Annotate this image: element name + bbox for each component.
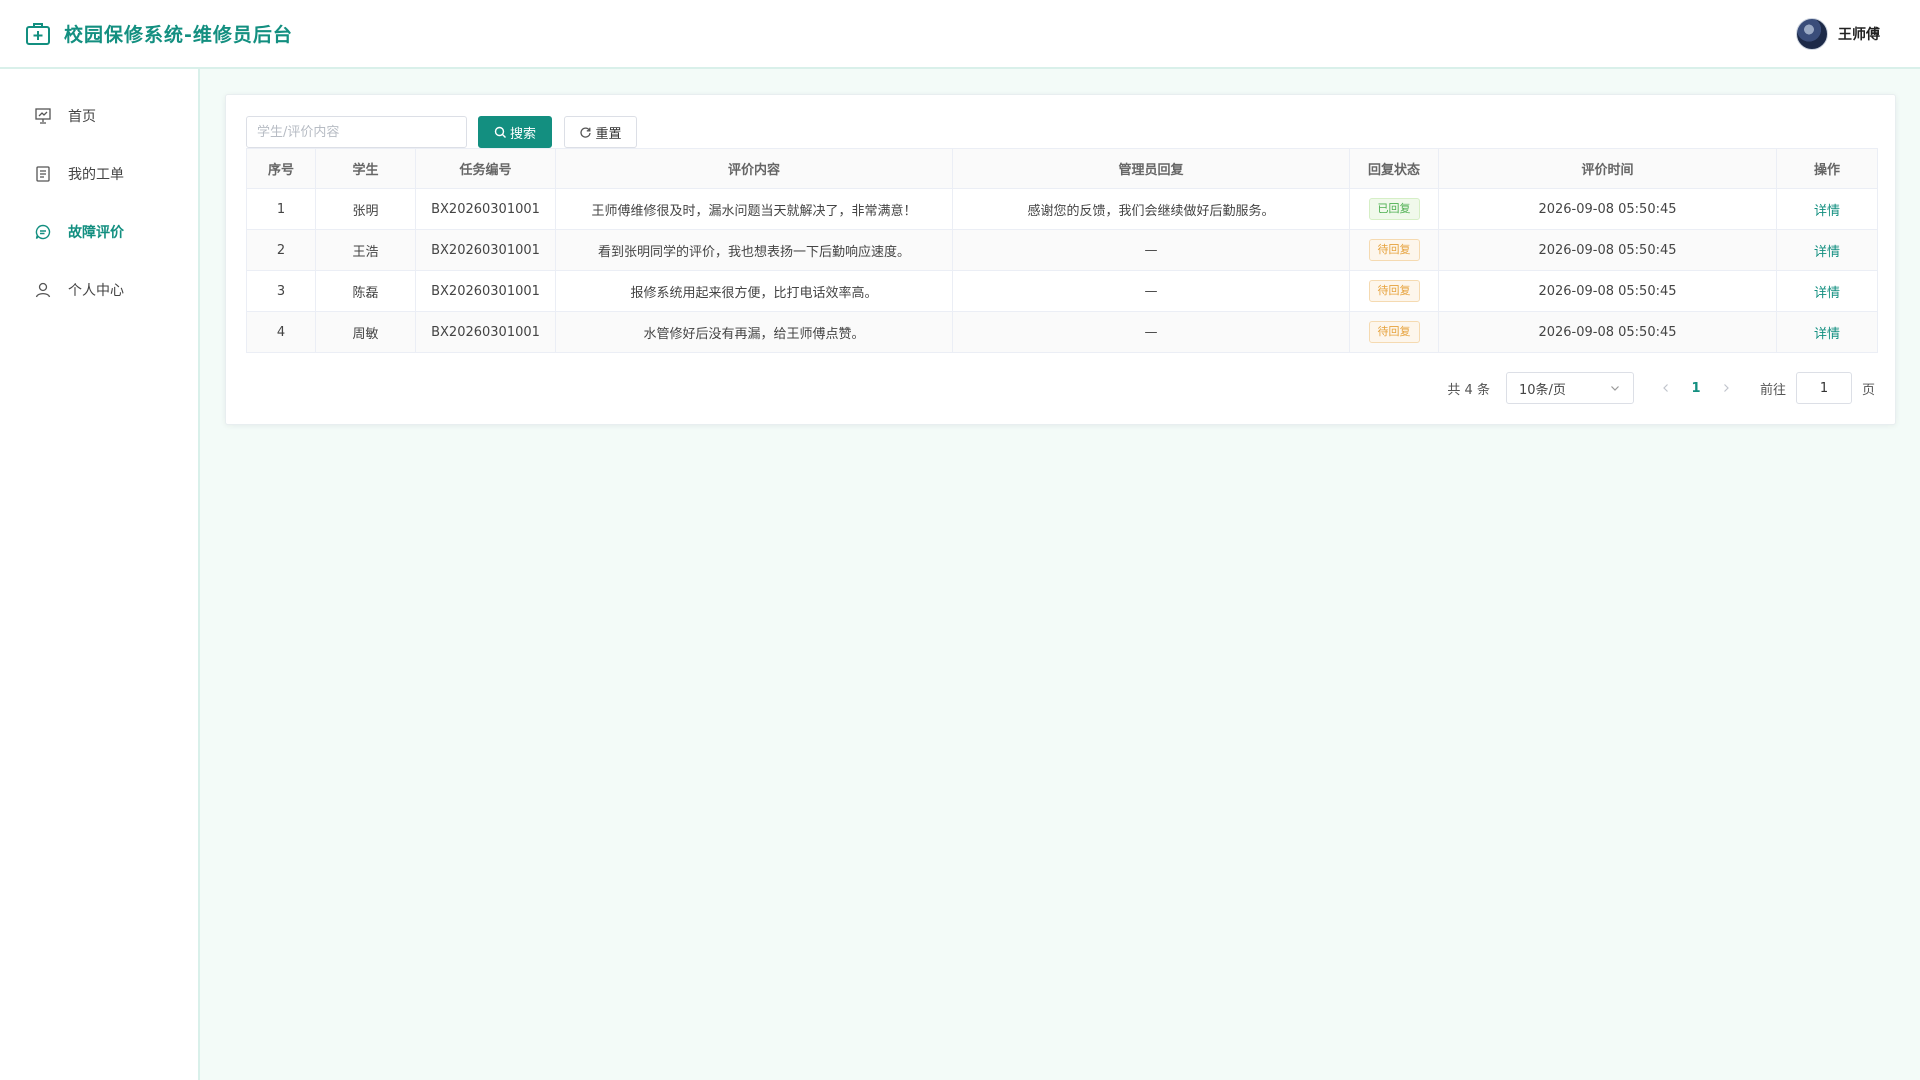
document-icon — [34, 165, 52, 183]
status-badge: 待回复 — [1368, 239, 1420, 261]
cell-time: 2026-09-08 05:50:45 — [1438, 188, 1777, 230]
search-input[interactable] — [246, 116, 467, 148]
sidebar-item-profile[interactable]: 个人中心 — [0, 261, 198, 319]
table-header-row: 序号 学生 任务编号 评价内容 管理员回复 回复状态 评价时间 操作 — [246, 148, 1878, 189]
sidebar-item-label: 故障评价 — [68, 225, 124, 241]
cell-index: 1 — [246, 188, 316, 230]
cell-reply: — — [952, 270, 1350, 312]
cell-task-no: BX20260301001 — [415, 229, 556, 271]
page-size-select[interactable]: 10条/页 — [1505, 372, 1634, 404]
chat-bubble-icon — [34, 223, 52, 241]
cell-reply: — — [952, 311, 1350, 353]
detail-link[interactable]: 详情 — [1814, 286, 1840, 301]
cell-task-no: BX20260301001 — [415, 188, 556, 230]
status-badge: 待回复 — [1368, 321, 1420, 343]
cell-reply: — — [952, 229, 1350, 271]
cell-content: 看到张明同学的评价，我也想表扬一下后勤响应速度。 — [555, 229, 953, 271]
app-title: 校园保修系统-维修员后台 — [64, 24, 293, 46]
cell-content: 报修系统用起来很方便，比打电话效率高。 — [555, 270, 953, 312]
user-icon — [34, 281, 52, 299]
detail-link[interactable]: 详情 — [1814, 204, 1840, 219]
cell-status: 已回复 — [1349, 188, 1439, 230]
chevron-right-icon — [1724, 384, 1729, 392]
cell-task-no: BX20260301001 — [415, 270, 556, 312]
detail-link[interactable]: 详情 — [1814, 327, 1840, 342]
column-header-task-no: 任务编号 — [415, 148, 556, 189]
chevron-down-icon — [1611, 386, 1619, 391]
sidebar-item-fault-reviews[interactable]: 故障评价 — [0, 203, 198, 261]
column-header-index: 序号 — [246, 148, 316, 189]
brand: 校园保修系统-维修员后台 — [24, 20, 293, 48]
presentation-icon — [34, 107, 52, 125]
table-row: 4 周敏 BX20260301001 水管修好后没有再漏，给王师傅点赞。 — 待… — [246, 311, 1878, 353]
cell-time: 2026-09-08 05:50:45 — [1438, 229, 1777, 271]
user-menu[interactable]: 王师傅 — [1796, 18, 1880, 50]
reviews-table: 序号 学生 任务编号 评价内容 管理员回复 回复状态 评价时间 操作 1 张明 … — [246, 148, 1878, 353]
reviews-card: 搜索 重置 序号 学生 任务编号 评价内容 管理员回复 回复状态 评价时间 操作 — [225, 94, 1896, 425]
table-row: 1 张明 BX20260301001 王师傅维修很及时，漏水问题当天就解决了，非… — [246, 188, 1878, 230]
cell-status: 待回复 — [1349, 229, 1439, 271]
search-button[interactable]: 搜索 — [478, 116, 552, 148]
page-number-current[interactable]: 1 — [1680, 381, 1712, 396]
search-toolbar: 搜索 重置 — [246, 116, 637, 148]
pagination: 共 4 条 10条/页 1 前往 页 — [1447, 372, 1875, 404]
status-badge: 待回复 — [1368, 280, 1420, 302]
sidebar-item-home[interactable]: 首页 — [0, 87, 198, 145]
cell-status: 待回复 — [1349, 311, 1439, 353]
column-header-reply: 管理员回复 — [952, 148, 1350, 189]
detail-link[interactable]: 详情 — [1814, 245, 1840, 260]
chevron-left-icon — [1663, 384, 1668, 392]
table-row: 2 王浩 BX20260301001 看到张明同学的评价，我也想表扬一下后勤响应… — [246, 229, 1878, 271]
top-header: 校园保修系统-维修员后台 王师傅 — [0, 0, 1920, 69]
refresh-icon — [580, 126, 592, 138]
reset-button[interactable]: 重置 — [564, 116, 637, 148]
search-icon — [494, 126, 506, 138]
page-size-value: 10条/页 — [1518, 382, 1566, 398]
cell-action: 详情 — [1776, 229, 1878, 271]
sidebar-item-label: 首页 — [68, 109, 96, 125]
cell-index: 3 — [246, 270, 316, 312]
cell-action: 详情 — [1776, 270, 1878, 312]
medical-kit-icon — [24, 20, 52, 48]
column-header-action: 操作 — [1776, 148, 1878, 189]
cell-action: 详情 — [1776, 188, 1878, 230]
cell-student: 周敏 — [315, 311, 416, 353]
cell-time: 2026-09-08 05:50:45 — [1438, 270, 1777, 312]
cell-status: 待回复 — [1349, 270, 1439, 312]
cell-index: 2 — [246, 229, 316, 271]
avatar[interactable] — [1796, 18, 1828, 50]
goto-page-input[interactable] — [1795, 372, 1852, 404]
next-page-button[interactable] — [1712, 374, 1740, 402]
column-header-student: 学生 — [315, 148, 416, 189]
sidebar-item-label: 我的工单 — [68, 167, 124, 183]
cell-time: 2026-09-08 05:50:45 — [1438, 311, 1777, 353]
prev-page-button[interactable] — [1652, 374, 1680, 402]
cell-student: 张明 — [315, 188, 416, 230]
cell-task-no: BX20260301001 — [415, 311, 556, 353]
column-header-content: 评价内容 — [555, 148, 953, 189]
goto-label: 前往 — [1759, 382, 1786, 398]
cell-content: 王师傅维修很及时，漏水问题当天就解决了，非常满意！ — [555, 188, 953, 230]
cell-action: 详情 — [1776, 311, 1878, 353]
cell-student: 陈磊 — [315, 270, 416, 312]
cell-reply: 感谢您的反馈，我们会继续做好后勤服务。 — [952, 188, 1350, 230]
total-count: 共 4 条 — [1447, 382, 1490, 398]
sidebar: 首页 我的工单 故障评价 个人中心 — [0, 69, 200, 1080]
table-row: 3 陈磊 BX20260301001 报修系统用起来很方便，比打电话效率高。 —… — [246, 270, 1878, 312]
column-header-time: 评价时间 — [1438, 148, 1777, 189]
sidebar-item-my-orders[interactable]: 我的工单 — [0, 145, 198, 203]
cell-content: 水管修好后没有再漏，给王师傅点赞。 — [555, 311, 953, 353]
status-badge: 已回复 — [1368, 198, 1420, 220]
column-header-status: 回复状态 — [1349, 148, 1439, 189]
page-suffix: 页 — [1861, 382, 1875, 398]
sidebar-item-label: 个人中心 — [68, 283, 124, 299]
cell-student: 王浩 — [315, 229, 416, 271]
user-name[interactable]: 王师傅 — [1838, 24, 1880, 44]
search-button-label: 搜索 — [509, 126, 536, 142]
cell-index: 4 — [246, 311, 316, 353]
reset-button-label: 重置 — [595, 126, 622, 142]
